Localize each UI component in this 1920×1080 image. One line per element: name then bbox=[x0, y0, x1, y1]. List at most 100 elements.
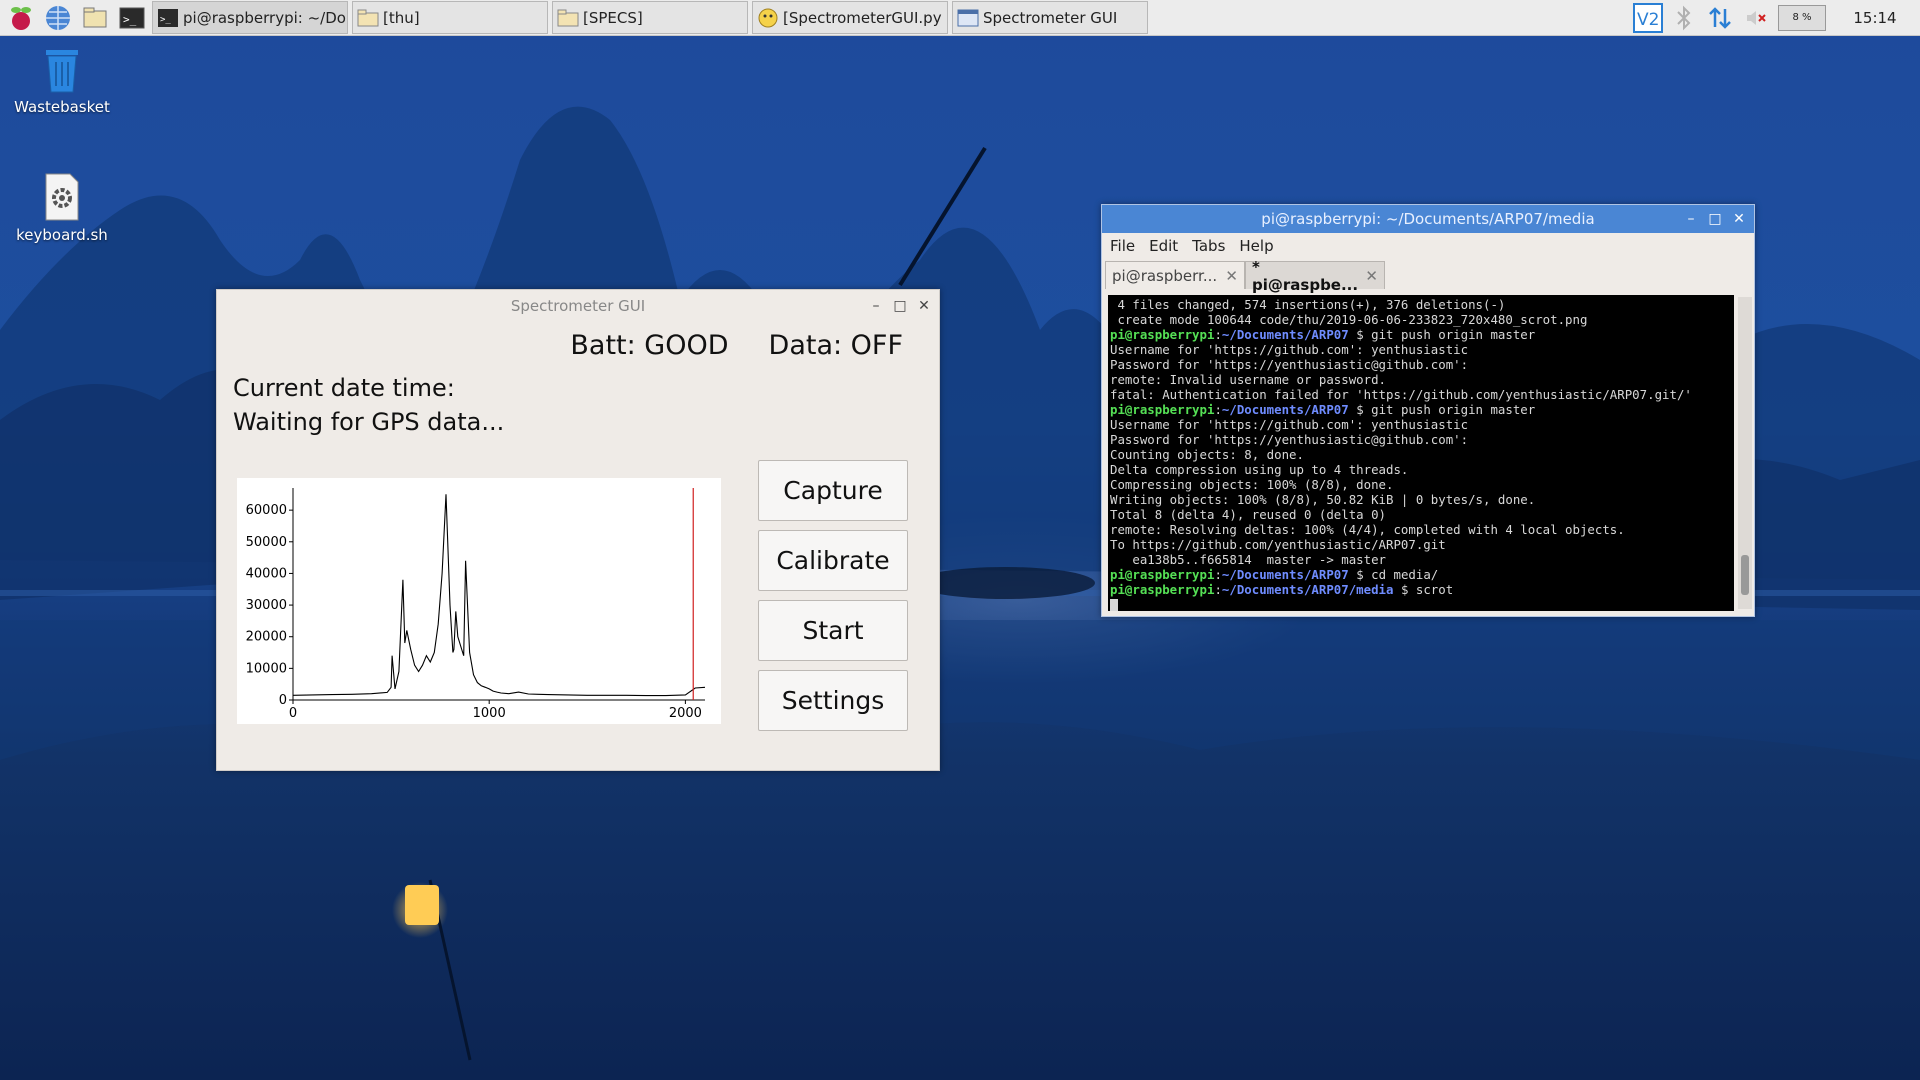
bluetooth-icon[interactable] bbox=[1666, 0, 1702, 36]
vnc-icon[interactable]: V2 bbox=[1630, 0, 1666, 36]
datetime-label: Current date time: bbox=[233, 374, 455, 402]
terminal-scrollbar[interactable] bbox=[1738, 297, 1752, 609]
script-gear-icon bbox=[45, 173, 79, 221]
terminal-output[interactable]: 4 files changed, 574 insertions(+), 376 … bbox=[1108, 295, 1734, 611]
maximize-icon[interactable]: □ bbox=[893, 298, 907, 314]
y-tick-label: 40000 bbox=[246, 566, 287, 581]
menu-file[interactable]: File bbox=[1110, 237, 1135, 255]
maximize-icon[interactable]: □ bbox=[1708, 211, 1722, 227]
folder-icon bbox=[557, 9, 579, 26]
terminal-line: 4 files changed, 574 insertions(+), 376 … bbox=[1110, 297, 1506, 312]
scrollbar-thumb[interactable] bbox=[1741, 555, 1749, 595]
terminal-cursor-line bbox=[1110, 597, 1734, 611]
spectrometer-window: Spectrometer GUI – □ ✕ Batt: GOOD Data: … bbox=[216, 289, 940, 771]
tab-label: pi@raspberr... bbox=[1112, 266, 1218, 285]
y-tick-label: 0 bbox=[279, 693, 287, 708]
svg-text:V2: V2 bbox=[1637, 10, 1659, 30]
x-tick-label: 1000 bbox=[473, 706, 506, 721]
terminal-menubar: File Edit Tabs Help bbox=[1102, 233, 1754, 259]
spectrometer-titlebar[interactable]: Spectrometer GUI – □ ✕ bbox=[217, 290, 939, 322]
y-tick-label: 30000 bbox=[246, 598, 287, 613]
y-tick-label: 20000 bbox=[246, 630, 287, 645]
calibrate-button[interactable]: Calibrate bbox=[758, 530, 908, 591]
status-line: Batt: GOOD Data: OFF bbox=[570, 330, 903, 361]
terminal-titlebar[interactable]: pi@raspberrypi: ~/Documents/ARP07/media … bbox=[1102, 205, 1754, 233]
taskbar-task-label: [thu] bbox=[383, 8, 420, 27]
terminal-line: pi@raspberrypi:~/Documents/ARP07 $ cd me… bbox=[1110, 567, 1439, 582]
spectrum-plot: 0 10000 20000 30000 40000 50000 60000 0 1000 2000 bbox=[237, 478, 721, 724]
settings-button[interactable]: Settings bbox=[758, 670, 908, 731]
terminal-line: To https://github.com/yenthusiastic/ARP0… bbox=[1110, 537, 1446, 552]
terminal-line: Total 8 (delta 4), reused 0 (delta 0) bbox=[1110, 507, 1387, 522]
taskbar-task-terminal[interactable]: >_ pi@raspberrypi: ~/Do... bbox=[152, 1, 348, 34]
window-title: pi@raspberrypi: ~/Documents/ARP07/media bbox=[1261, 210, 1595, 228]
window-title: Spectrometer GUI bbox=[510, 297, 646, 315]
terminal-line: Compressing objects: 100% (8/8), done. bbox=[1110, 477, 1394, 492]
minimize-icon[interactable]: – bbox=[1684, 211, 1698, 227]
svg-text:>_: >_ bbox=[123, 13, 137, 26]
x-tick-label: 0 bbox=[289, 706, 297, 721]
start-button[interactable]: Start bbox=[758, 600, 908, 661]
x-tick-label: 2000 bbox=[669, 706, 702, 721]
volume-muted-icon[interactable] bbox=[1738, 0, 1774, 36]
cpu-usage-monitor[interactable]: 8 % bbox=[1778, 5, 1826, 31]
terminal-line: remote: Invalid username or password. bbox=[1110, 372, 1387, 387]
taskbar-task-specs[interactable]: [SPECS] bbox=[552, 1, 748, 34]
terminal-line: Username for 'https://github.com': yenth… bbox=[1110, 342, 1469, 357]
desktop-icon-label: keyboard.sh bbox=[16, 226, 108, 244]
desktop-icon-keyboard-sh[interactable]: keyboard.sh bbox=[2, 172, 122, 244]
terminal-line: pi@raspberrypi:~/Documents/ARP07 $ git p… bbox=[1110, 402, 1536, 417]
terminal-line: Password for 'https://yenthusiastic@gith… bbox=[1110, 432, 1469, 447]
taskbar-task-editor[interactable]: [SpectrometerGUI.py ... bbox=[752, 1, 948, 34]
terminal-window: pi@raspberrypi: ~/Documents/ARP07/media … bbox=[1101, 204, 1755, 617]
spectrum-series-line bbox=[292, 494, 706, 697]
close-tab-icon[interactable]: ✕ bbox=[1225, 267, 1238, 285]
clock[interactable]: 15:14 bbox=[1830, 9, 1920, 27]
network-icon[interactable] bbox=[1702, 0, 1738, 36]
taskbar-task-thu[interactable]: [thu] bbox=[352, 1, 548, 34]
menu-help[interactable]: Help bbox=[1239, 237, 1273, 255]
taskbar: >_ >_ pi@raspberrypi: ~/Do... [thu] [SPE… bbox=[0, 0, 1920, 36]
data-status: Data: OFF bbox=[768, 330, 903, 361]
window-icon bbox=[957, 9, 979, 26]
taskbar-task-label: [SPECS] bbox=[583, 8, 643, 27]
menu-edit[interactable]: Edit bbox=[1149, 237, 1178, 255]
terminal-launcher-icon[interactable]: >_ bbox=[116, 2, 148, 34]
gps-status: Waiting for GPS data... bbox=[233, 408, 505, 436]
text-cursor bbox=[1110, 598, 1118, 611]
folder-icon bbox=[357, 9, 379, 26]
raspberry-menu-icon[interactable] bbox=[5, 2, 37, 34]
terminal-line: ea138b5..f665814 master -> master bbox=[1110, 552, 1387, 567]
capture-button[interactable]: Capture bbox=[758, 460, 908, 521]
terminal-line: Counting objects: 8, done. bbox=[1110, 447, 1304, 462]
terminal-line: pi@raspberrypi:~/Documents/ARP07 $ git p… bbox=[1110, 327, 1536, 342]
menu-tabs[interactable]: Tabs bbox=[1192, 237, 1225, 255]
python-editor-icon bbox=[758, 8, 778, 27]
terminal-line: create mode 100644 code/thu/2019-06-06-2… bbox=[1110, 312, 1588, 327]
tab-label: * pi@raspbe... bbox=[1252, 257, 1359, 294]
web-browser-icon[interactable] bbox=[42, 2, 74, 34]
tab-terminal-2[interactable]: * pi@raspbe... ✕ bbox=[1245, 258, 1385, 294]
system-tray: V2 8 % 15:14 bbox=[1630, 0, 1920, 36]
terminal-line: Password for 'https://yenthusiastic@gith… bbox=[1110, 357, 1469, 372]
desktop-icon-wastebasket[interactable]: Wastebasket bbox=[2, 44, 122, 116]
taskbar-task-label: [SpectrometerGUI.py ... bbox=[783, 8, 948, 27]
desktop-icon-label: Wastebasket bbox=[14, 98, 110, 116]
battery-status: Batt: GOOD bbox=[570, 330, 729, 361]
minimize-icon[interactable]: – bbox=[869, 298, 883, 314]
close-icon[interactable]: ✕ bbox=[917, 298, 931, 314]
close-tab-icon[interactable]: ✕ bbox=[1365, 267, 1378, 285]
terminal-icon: >_ bbox=[158, 8, 178, 27]
trash-icon bbox=[46, 50, 78, 93]
spectrum-chart-svg: 0 10000 20000 30000 40000 50000 60000 0 1000 2000 bbox=[246, 488, 706, 721]
terminal-line: Username for 'https://github.com': yenth… bbox=[1110, 417, 1469, 432]
terminal-line: Delta compression using up to 4 threads. bbox=[1110, 462, 1409, 477]
svg-text:>_: >_ bbox=[160, 15, 171, 25]
taskbar-task-label: Spectrometer GUI bbox=[983, 8, 1118, 27]
close-icon[interactable]: ✕ bbox=[1732, 211, 1746, 227]
tab-terminal-1[interactable]: pi@raspberr... ✕ bbox=[1105, 261, 1245, 289]
terminal-line: Writing objects: 100% (8/8), 50.82 KiB |… bbox=[1110, 492, 1536, 507]
y-tick-label: 50000 bbox=[246, 535, 287, 550]
taskbar-task-spectrometer[interactable]: Spectrometer GUI bbox=[952, 1, 1148, 34]
file-manager-icon[interactable] bbox=[79, 2, 111, 34]
